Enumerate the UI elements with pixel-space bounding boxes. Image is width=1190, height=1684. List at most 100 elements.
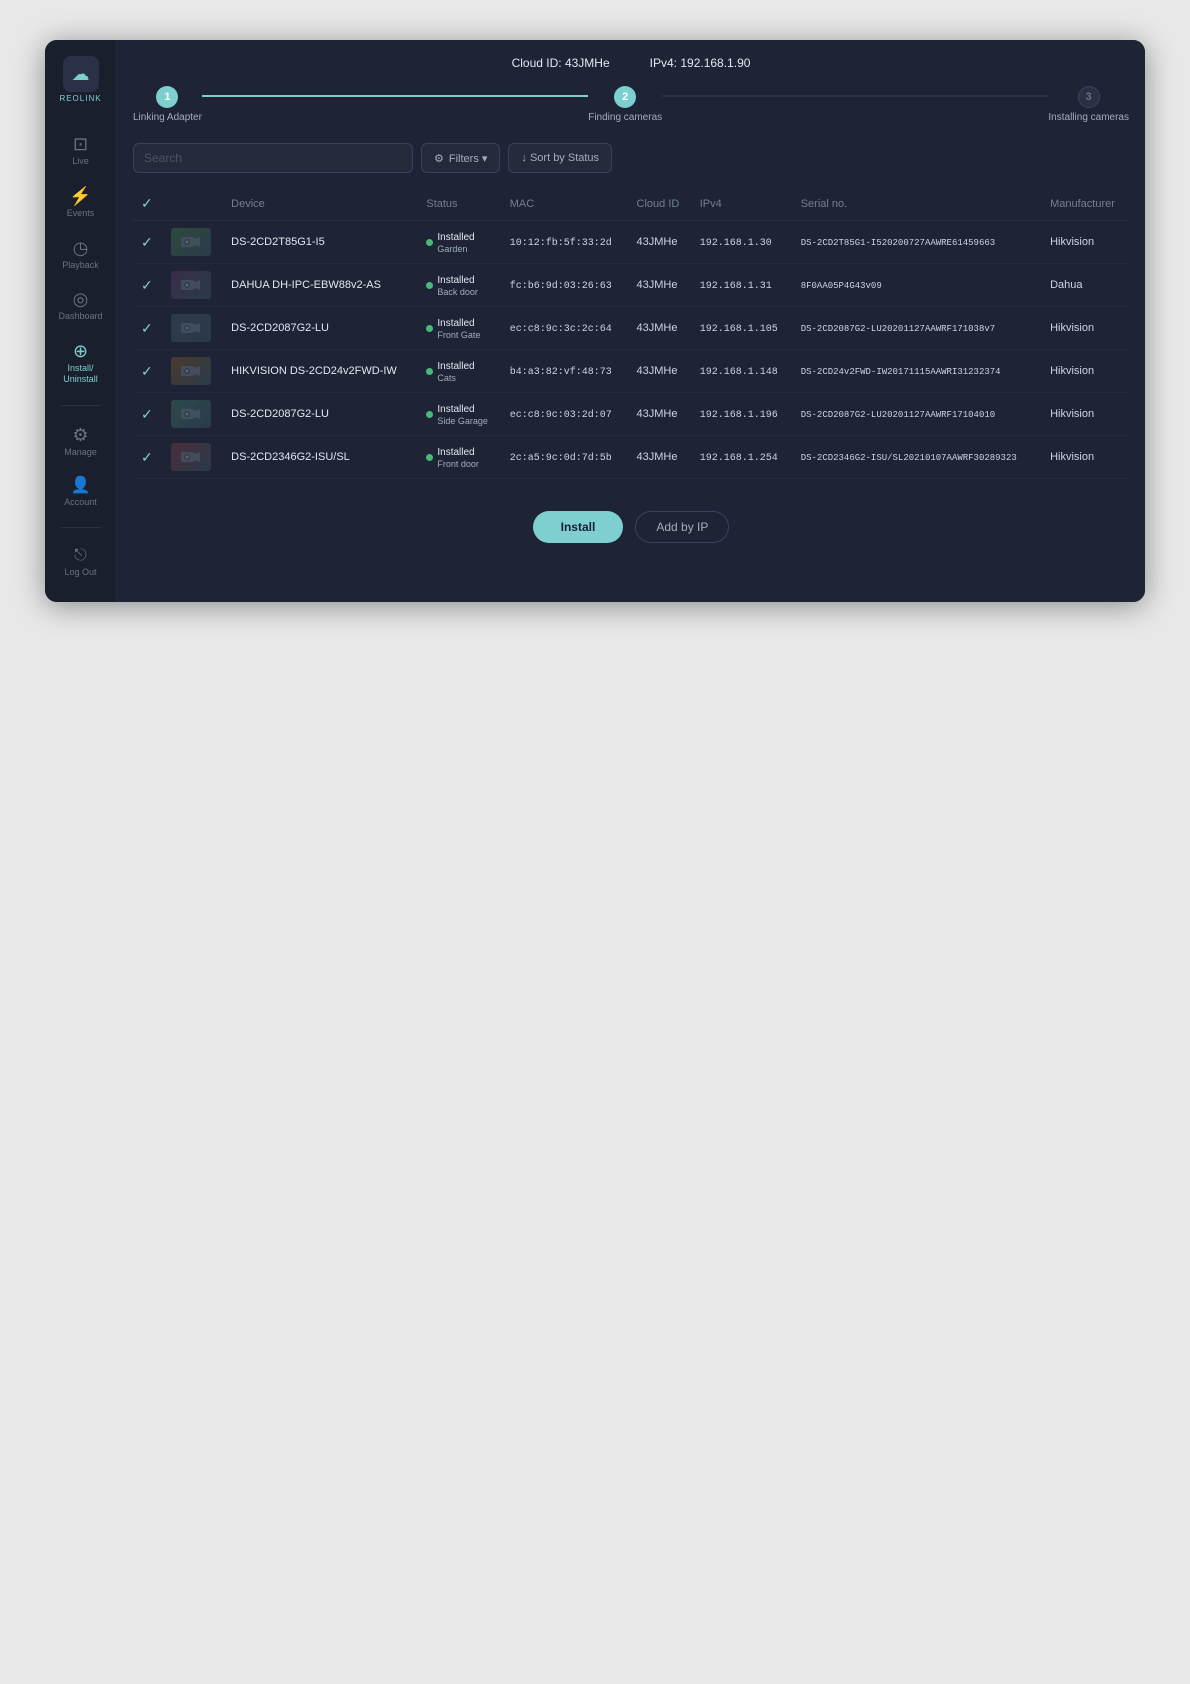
step-label-2: Finding cameras — [588, 112, 662, 123]
row-check[interactable]: ✓ — [133, 393, 163, 436]
camera-thumbnail — [171, 228, 211, 256]
manufacturer-name: Hikvision — [1050, 322, 1094, 334]
row-thumb — [163, 436, 223, 479]
sidebar-item-install[interactable]: ⊕ Install/ Uninstall — [52, 334, 110, 393]
sort-button[interactable]: ↓ Sort by Status — [508, 143, 612, 173]
cloud-id-value: 43JMHe — [565, 56, 610, 70]
status-text-container: Installed Front Gate — [437, 317, 480, 340]
install-button[interactable]: Install — [533, 511, 624, 543]
events-icon: ⚡ — [69, 187, 91, 205]
status-badge: Installed Side Garage — [426, 403, 488, 426]
status-badge: Installed Garden — [426, 231, 474, 254]
row-status: Installed Front door — [418, 436, 501, 479]
toolbar: ⚙ Filters ▾ ↓ Sort by Status — [133, 143, 1129, 173]
sidebar-divider — [61, 405, 101, 406]
sidebar-item-dashboard[interactable]: ◎ Dashboard — [52, 282, 110, 330]
mac-address: 10:12:fb:5f:33:2d — [510, 238, 612, 249]
camera-thumbnail — [171, 443, 211, 471]
sidebar-item-playback[interactable]: ◷ Playback — [52, 231, 110, 279]
row-device: DS-2CD2087G2-LU — [223, 393, 418, 436]
status-badge: Installed Front Gate — [426, 317, 480, 340]
sort-label: ↓ Sort by Status — [521, 152, 599, 164]
row-check[interactable]: ✓ — [133, 350, 163, 393]
thumb-inner — [171, 357, 211, 385]
step-circle-2: 2 — [614, 86, 636, 108]
manufacturer-name: Hikvision — [1050, 408, 1094, 420]
row-mac: b4:a3:82:vf:48:73 — [502, 350, 629, 393]
row-manufacturer: Hikvision — [1042, 436, 1129, 479]
sidebar-item-label-dashboard: Dashboard — [58, 311, 102, 322]
add-by-ip-button[interactable]: Add by IP — [635, 511, 729, 543]
mac-address: ec:c8:9c:3c:2c:64 — [510, 324, 612, 335]
step-label-3: Installing cameras — [1048, 112, 1129, 123]
step-label-1: Linking Adapter — [133, 112, 202, 123]
serial-number: DS-2CD2087G2-LU20201127AAWRF171038v7 — [801, 324, 995, 334]
camera-thumbnail — [171, 271, 211, 299]
row-manufacturer: Hikvision — [1042, 221, 1129, 264]
row-device: HIKVISION DS-2CD24v2FWD-IW — [223, 350, 418, 393]
progress-steps: 1 Linking Adapter 2 Finding cameras 3 In… — [133, 86, 1129, 123]
manage-icon: ⚙ — [72, 426, 88, 444]
row-check[interactable]: ✓ — [133, 436, 163, 479]
row-ipv4: 192.168.1.30 — [692, 221, 793, 264]
status-dot — [426, 411, 433, 418]
col-device: Device — [223, 187, 418, 221]
sidebar-item-account[interactable]: 👤 Account — [52, 470, 110, 516]
mac-address: ec:c8:9c:03:2d:07 — [510, 410, 612, 421]
status-location: Back door — [437, 287, 478, 297]
sidebar-item-live[interactable]: ⊡ Live — [52, 127, 110, 175]
row-device: DS-2CD2087G2-LU — [223, 307, 418, 350]
manufacturer-name: Dahua — [1050, 279, 1082, 291]
row-mac: fc:b6:9d:03:26:63 — [502, 264, 629, 307]
header-check-icon[interactable]: ✓ — [141, 195, 153, 211]
serial-number: DS-2CD24v2FWD-IW20171115AAWRI31232374 — [801, 367, 1001, 377]
mac-address: 2c:a5:9c:0d:7d:5b — [510, 453, 612, 464]
top-info-bar: Cloud ID: 43JMHe IPv4: 192.168.1.90 — [133, 56, 1129, 70]
cloud-id-info: Cloud ID: 43JMHe — [512, 56, 610, 70]
row-check-icon: ✓ — [141, 363, 153, 379]
table-row: ✓ DS-2CD2087G2-LU Insta — [133, 393, 1129, 436]
row-check[interactable]: ✓ — [133, 264, 163, 307]
col-cloud-id: Cloud ID — [629, 187, 692, 221]
ipv4-label: IPv4: — [650, 56, 677, 70]
sidebar-item-label-logout: Log Out — [64, 567, 96, 578]
sidebar-logo[interactable]: ☁ REOLINK — [59, 56, 101, 103]
device-name-text: HIKVISION DS-2CD24v2FWD-IW — [231, 365, 397, 377]
sidebar-item-logout[interactable]: ⎋ Log Out — [52, 540, 110, 586]
step-line-2 — [662, 95, 1048, 97]
manufacturer-name: Hikvision — [1050, 451, 1094, 463]
row-status: Installed Back door — [418, 264, 501, 307]
row-mac: ec:c8:9c:03:2d:07 — [502, 393, 629, 436]
row-cloud-id: 43JMHe — [629, 436, 692, 479]
ipv4-address: 192.168.1.148 — [700, 367, 778, 378]
col-manufacturer: Manufacturer — [1042, 187, 1129, 221]
search-input[interactable] — [133, 143, 413, 173]
sidebar-item-label-playback: Playback — [62, 260, 99, 271]
row-mac: 2c:a5:9c:0d:7d:5b — [502, 436, 629, 479]
row-ipv4: 192.168.1.196 — [692, 393, 793, 436]
filters-button[interactable]: ⚙ Filters ▾ — [421, 143, 500, 173]
status-badge: Installed Cats — [426, 360, 474, 383]
status-dot — [426, 239, 433, 246]
sidebar-item-manage[interactable]: ⚙ Manage — [52, 418, 110, 466]
status-installed: Installed — [437, 446, 479, 459]
cloud-id-cell: 43JMHe — [637, 365, 678, 377]
cloud-id-cell: 43JMHe — [637, 322, 678, 334]
row-cloud-id: 43JMHe — [629, 350, 692, 393]
row-device: DS-2CD2T85G1-I5 — [223, 221, 418, 264]
camera-thumbnail — [171, 314, 211, 342]
sidebar-item-events[interactable]: ⚡ Events — [52, 179, 110, 227]
row-status: Installed Garden — [418, 221, 501, 264]
status-installed: Installed — [437, 231, 474, 244]
row-device: DAHUA DH-IPC-EBW88v2-AS — [223, 264, 418, 307]
status-text-container: Installed Back door — [437, 274, 478, 297]
row-check-icon: ✓ — [141, 234, 153, 250]
table-row: ✓ DS-2CD2087G2-LU Insta — [133, 307, 1129, 350]
row-check[interactable]: ✓ — [133, 221, 163, 264]
row-manufacturer: Hikvision — [1042, 307, 1129, 350]
row-serial: DS-2CD2T85G1-I520200727AAWRE61459663 — [793, 221, 1042, 264]
row-check[interactable]: ✓ — [133, 307, 163, 350]
thumb-inner — [171, 443, 211, 471]
row-manufacturer: Dahua — [1042, 264, 1129, 307]
sidebar-item-label-install: Install/ Uninstall — [63, 363, 98, 385]
